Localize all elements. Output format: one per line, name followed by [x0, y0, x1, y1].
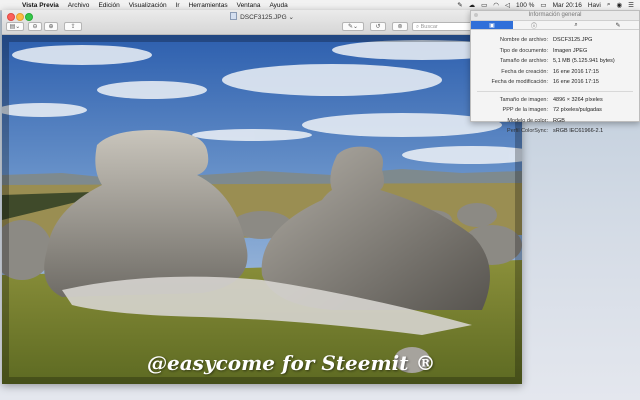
- info-row: Modelo de color: RGB: [471, 116, 639, 127]
- info-panel: Información general ▣ ⓘ ⌕ ✎ Nombre de ar…: [470, 10, 640, 134]
- jpeg-file-icon: [230, 12, 238, 20]
- info-key: Nombre de archivo:: [500, 37, 548, 44]
- sidebar-icon: ▤⌄: [9, 24, 21, 30]
- wifi-icon[interactable]: ◠: [493, 1, 499, 9]
- menu-ventana[interactable]: Ventana: [237, 2, 261, 9]
- info-close-button[interactable]: [474, 13, 478, 17]
- menu-app-name[interactable]: Vista Previa: [22, 2, 59, 9]
- info-value: sRGB IEC61966-2.1: [553, 128, 604, 135]
- info-key: Perfil ColorSync:: [507, 128, 548, 135]
- preview-window: DSCF3125.JPG ⌄ ▤⌄ ⊖ ⊕ ⇪ ✎⌄ ↺ ⊚ ⌕ Buscar: [2, 10, 522, 384]
- tab-keywords[interactable]: ⌕: [555, 21, 597, 29]
- info-row: Nombre de archivo: DSCF3125.JPG: [471, 35, 639, 46]
- info-row: Tipo de documento: Imagen JPEG: [471, 46, 639, 57]
- info-value: 5,1 MB (5.125.941 bytes): [553, 58, 615, 65]
- sidebar-toggle-button[interactable]: ▤⌄: [6, 22, 24, 31]
- info-key: Fecha de creación:: [501, 68, 548, 75]
- info-panel-title: Información general: [528, 12, 582, 18]
- menu-edicion[interactable]: Edición: [98, 2, 119, 9]
- info-row: PPP de la imagen: 72 píxeles/pulgadas: [471, 105, 639, 116]
- spotlight-icon[interactable]: ⌕: [607, 1, 611, 9]
- photo-canvas[interactable]: @easycome for Steemit ®: [2, 35, 522, 384]
- info-value: Imagen JPEG: [553, 47, 588, 54]
- info-value: 72 píxeles/pulgadas: [553, 107, 602, 114]
- landscape-photo: [2, 35, 522, 384]
- chevron-down-icon: ⌄: [286, 14, 294, 21]
- volume-icon[interactable]: ◁: [505, 1, 510, 9]
- info-key: Modelo de color:: [507, 117, 548, 124]
- menu-ir[interactable]: Ir: [176, 2, 180, 9]
- info-key: Fecha de modificación:: [491, 79, 548, 86]
- notification-center-icon[interactable]: ☰: [628, 1, 634, 9]
- search-input[interactable]: ⌕ Buscar: [412, 22, 472, 31]
- info-value: RGB: [553, 117, 565, 124]
- battery-icon[interactable]: ▭: [540, 1, 546, 9]
- zoom-in-button[interactable]: ⊕: [44, 22, 58, 31]
- info-key: Tamaño de archivo:: [500, 58, 548, 65]
- info-value: 4896 × 3264 píxeles: [553, 96, 603, 103]
- window-title[interactable]: DSCF3125.JPG ⌄: [2, 12, 522, 21]
- rotate-icon: ↺: [375, 24, 381, 30]
- info-row: Fecha de modificación: 16 ene 2016 17:15: [471, 77, 639, 88]
- airplay-icon[interactable]: ▭: [481, 1, 487, 9]
- menu-herramientas[interactable]: Herramientas: [189, 2, 228, 9]
- menu-archivo[interactable]: Archivo: [68, 2, 90, 9]
- info-row: Tamaño de archivo: 5,1 MB (5.125.941 byte…: [471, 56, 639, 67]
- tab-more-info[interactable]: ⓘ: [513, 21, 555, 30]
- info-value: DSCF3125.JPG: [553, 37, 593, 44]
- info-key: Tipo de documento:: [499, 47, 548, 54]
- pencil-icon: ✎: [615, 22, 621, 29]
- user-name[interactable]: Havi: [588, 2, 601, 9]
- info-row: Tamaño de imagen: 4896 × 3264 píxeles: [471, 95, 639, 106]
- info-row: Fecha de creación: 16 ene 2016 17:15: [471, 67, 639, 78]
- pen-icon: ✎⌄: [347, 24, 359, 30]
- rotate-button[interactable]: ↺: [370, 22, 386, 31]
- info-key: Tamaño de imagen:: [499, 96, 548, 103]
- zoom-out-icon: ⊖: [32, 24, 38, 30]
- info-key: PPP de la imagen:: [502, 107, 548, 114]
- cloud-icon[interactable]: ☁: [469, 1, 476, 9]
- search-placeholder: Buscar: [420, 24, 438, 30]
- markup-icon: ⊚: [397, 24, 403, 30]
- info-value: 16 ene 2016 17:15: [553, 68, 599, 75]
- window-title-text: DSCF3125.JPG: [240, 14, 287, 21]
- evernote-icon[interactable]: ✎: [457, 1, 462, 9]
- tab-general[interactable]: ▣: [471, 21, 513, 29]
- info-row: Perfil ColorSync: sRGB IEC61966-2.1: [471, 126, 639, 137]
- info-divider: [477, 90, 633, 92]
- info-tabs: ▣ ⓘ ⌕ ✎: [471, 21, 639, 30]
- siri-icon[interactable]: ◉: [617, 1, 623, 9]
- menu-visualizacion[interactable]: Visualización: [129, 2, 167, 9]
- menu-ayuda[interactable]: Ayuda: [269, 2, 287, 9]
- magnifier-icon: ⌕: [574, 21, 578, 28]
- info-panel-titlebar: Información general: [471, 11, 639, 21]
- file-icon: ▣: [489, 22, 495, 29]
- window-titlebar: DSCF3125.JPG ⌄ ▤⌄ ⊖ ⊕ ⇪ ✎⌄ ↺ ⊚ ⌕ Buscar: [2, 10, 522, 35]
- zoom-out-button[interactable]: ⊖: [28, 22, 42, 31]
- clock[interactable]: Mar 20:16: [553, 2, 582, 9]
- markup-toolbar-button[interactable]: ⊚: [392, 22, 408, 31]
- markup-pen-button[interactable]: ✎⌄: [342, 22, 364, 31]
- battery-label[interactable]: 100 %: [516, 2, 534, 9]
- zoom-in-icon: ⊕: [48, 24, 54, 30]
- info-value: 16 ene 2016 17:15: [553, 79, 599, 86]
- share-button[interactable]: ⇪: [64, 22, 82, 31]
- tab-annotations[interactable]: ✎: [597, 21, 639, 29]
- share-icon: ⇪: [70, 24, 76, 30]
- info-icon: ⓘ: [530, 23, 537, 30]
- watermark-text: @easycome for Steemit ®: [147, 351, 436, 375]
